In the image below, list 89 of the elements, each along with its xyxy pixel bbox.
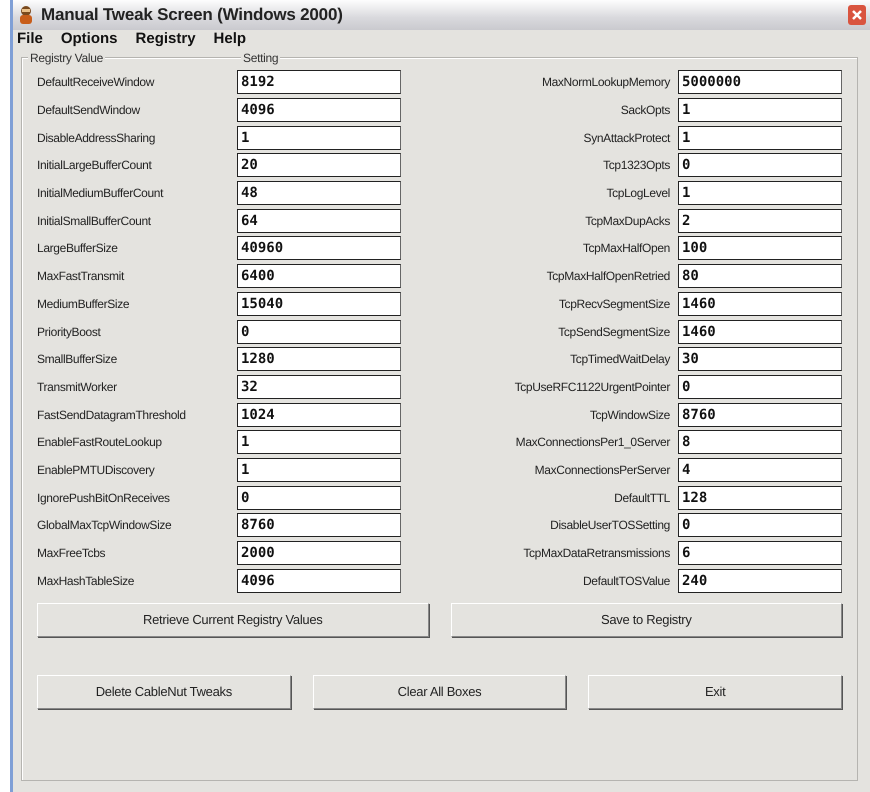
push-button[interactable]: Save to Registry	[450, 603, 842, 638]
setting-label: InitialSmallBufferCount	[37, 212, 152, 230]
setting-label: Tcp1323Opts	[602, 157, 671, 174]
setting-label: TcpMaxDataRetransmissions	[522, 545, 671, 562]
push-button[interactable]: Exit	[588, 675, 842, 710]
setting-label: EnableFastRouteLookup	[37, 434, 163, 452]
setting-field[interactable]: 8760	[678, 402, 842, 427]
setting-field[interactable]: 1	[237, 126, 401, 150]
setting-field[interactable]: 1024	[237, 402, 401, 427]
setting-label: MaxConnectionsPerServer	[534, 462, 672, 479]
setting-field[interactable]: 80	[678, 264, 842, 288]
setting-field[interactable]: 64	[237, 208, 401, 233]
setting-field[interactable]: 20	[237, 153, 401, 178]
setting-field[interactable]: 4	[678, 458, 842, 482]
setting-field[interactable]: 32	[237, 374, 401, 399]
setting-field[interactable]: 1	[237, 458, 401, 482]
setting-label: MaxFreeTcbs	[37, 545, 106, 562]
setting-label: PriorityBoost	[37, 324, 102, 341]
setting-label: TcpMaxHalfOpen	[582, 240, 671, 258]
setting-field[interactable]: 30	[678, 347, 842, 372]
setting-label: TcpWindowSize	[588, 406, 671, 424]
app-icon	[17, 5, 35, 25]
setting-label: DefaultTOSValue	[582, 572, 671, 590]
menu-item[interactable]: Options	[60, 30, 118, 48]
menu-item[interactable]: Registry	[136, 30, 196, 48]
setting-field[interactable]: 8760	[237, 513, 401, 538]
setting-label: SmallBufferSize	[37, 351, 118, 368]
setting-label: MaxHashTableSize	[37, 572, 136, 590]
setting-field[interactable]: 8	[678, 430, 842, 454]
setting-field[interactable]: 1460	[678, 292, 842, 316]
push-button[interactable]: Clear All Boxes	[312, 675, 566, 710]
setting-label: TcpLogLevel	[605, 185, 671, 202]
setting-field[interactable]: 48	[237, 181, 401, 206]
setting-field[interactable]: 2	[678, 208, 842, 233]
setting-label: TcpTimedWaitDelay	[569, 351, 672, 368]
setting-field[interactable]: 1460	[678, 320, 842, 344]
setting-label: TcpRecvSegmentSize	[558, 296, 671, 313]
setting-field[interactable]: 1	[237, 430, 401, 454]
setting-label: DefaultSendWindow	[37, 102, 142, 120]
setting-label: GlobalMaxTcpWindowSize	[37, 517, 172, 534]
setting-label: DisableUserTOSSetting	[549, 517, 671, 534]
setting-label: EnablePMTUDiscovery	[37, 462, 156, 479]
close-button[interactable]	[848, 5, 866, 25]
window-title: Manual Tweak Screen (Windows 2000)	[41, 4, 343, 26]
setting-field[interactable]: 15040	[237, 292, 401, 316]
setting-field[interactable]: 0	[678, 153, 842, 178]
menu-item[interactable]: File	[17, 30, 43, 48]
setting-label: TcpSendSegmentSize	[557, 324, 671, 341]
setting-label: SackOpts	[620, 102, 671, 120]
setting-field[interactable]: 1280	[237, 347, 401, 372]
setting-label: InitialMediumBufferCount	[37, 185, 164, 202]
setting-field[interactable]: 0	[237, 486, 401, 510]
setting-field[interactable]: 6	[678, 541, 842, 566]
setting-label: IgnorePushBitOnReceives	[37, 490, 171, 507]
setting-label: LargeBufferSize	[37, 240, 119, 258]
setting-field[interactable]: 0	[237, 320, 401, 344]
setting-label: MaxFastTransmit	[37, 268, 126, 286]
setting-field[interactable]: 4096	[237, 568, 401, 593]
setting-label: FastSendDatagramThreshold	[37, 406, 187, 424]
setting-field[interactable]: 240	[678, 568, 842, 593]
setting-field[interactable]: 1	[678, 181, 842, 206]
setting-label: MediumBufferSize	[37, 296, 130, 313]
setting-field[interactable]: 0	[678, 513, 842, 538]
setting-field[interactable]: 128	[678, 486, 842, 510]
setting-label: DefaultTTL	[613, 490, 671, 507]
setting-field[interactable]: 5000000	[678, 70, 842, 94]
setting-label: InitialLargeBufferCount	[37, 157, 153, 174]
setting-label: TcpUseRFC1122UrgentPointer	[514, 378, 672, 396]
setting-field[interactable]: 1	[678, 126, 842, 150]
setting-field[interactable]: 40960	[237, 236, 401, 260]
setting-label: MaxNormLookupMemory	[540, 74, 672, 92]
setting-label: TransmitWorker	[37, 378, 118, 396]
setting-label: DisableAddressSharing	[37, 130, 156, 147]
setting-field[interactable]: 8192	[237, 70, 401, 94]
setting-label: MaxConnectionsPer1_0Server	[514, 434, 672, 452]
setting-field[interactable]: 100	[678, 236, 842, 260]
setting-field[interactable]: 4096	[237, 98, 401, 122]
setting-field[interactable]: 0	[678, 374, 842, 399]
push-button[interactable]: Delete CableNut Tweaks	[37, 675, 291, 710]
setting-label: DefaultReceiveWindow	[37, 74, 156, 92]
setting-field[interactable]: 6400	[237, 264, 401, 288]
setting-field[interactable]: 1	[678, 98, 842, 122]
setting-label: TcpMaxDupAcks	[584, 212, 671, 230]
close-icon	[852, 10, 862, 20]
setting-field[interactable]: 2000	[237, 541, 401, 566]
setting-label: SynAttackProtect	[582, 130, 672, 147]
push-button[interactable]: Retrieve Current Registry Values	[37, 603, 428, 638]
menu-item[interactable]: Help	[214, 30, 246, 48]
setting-label: TcpMaxHalfOpenRetried	[546, 268, 671, 286]
